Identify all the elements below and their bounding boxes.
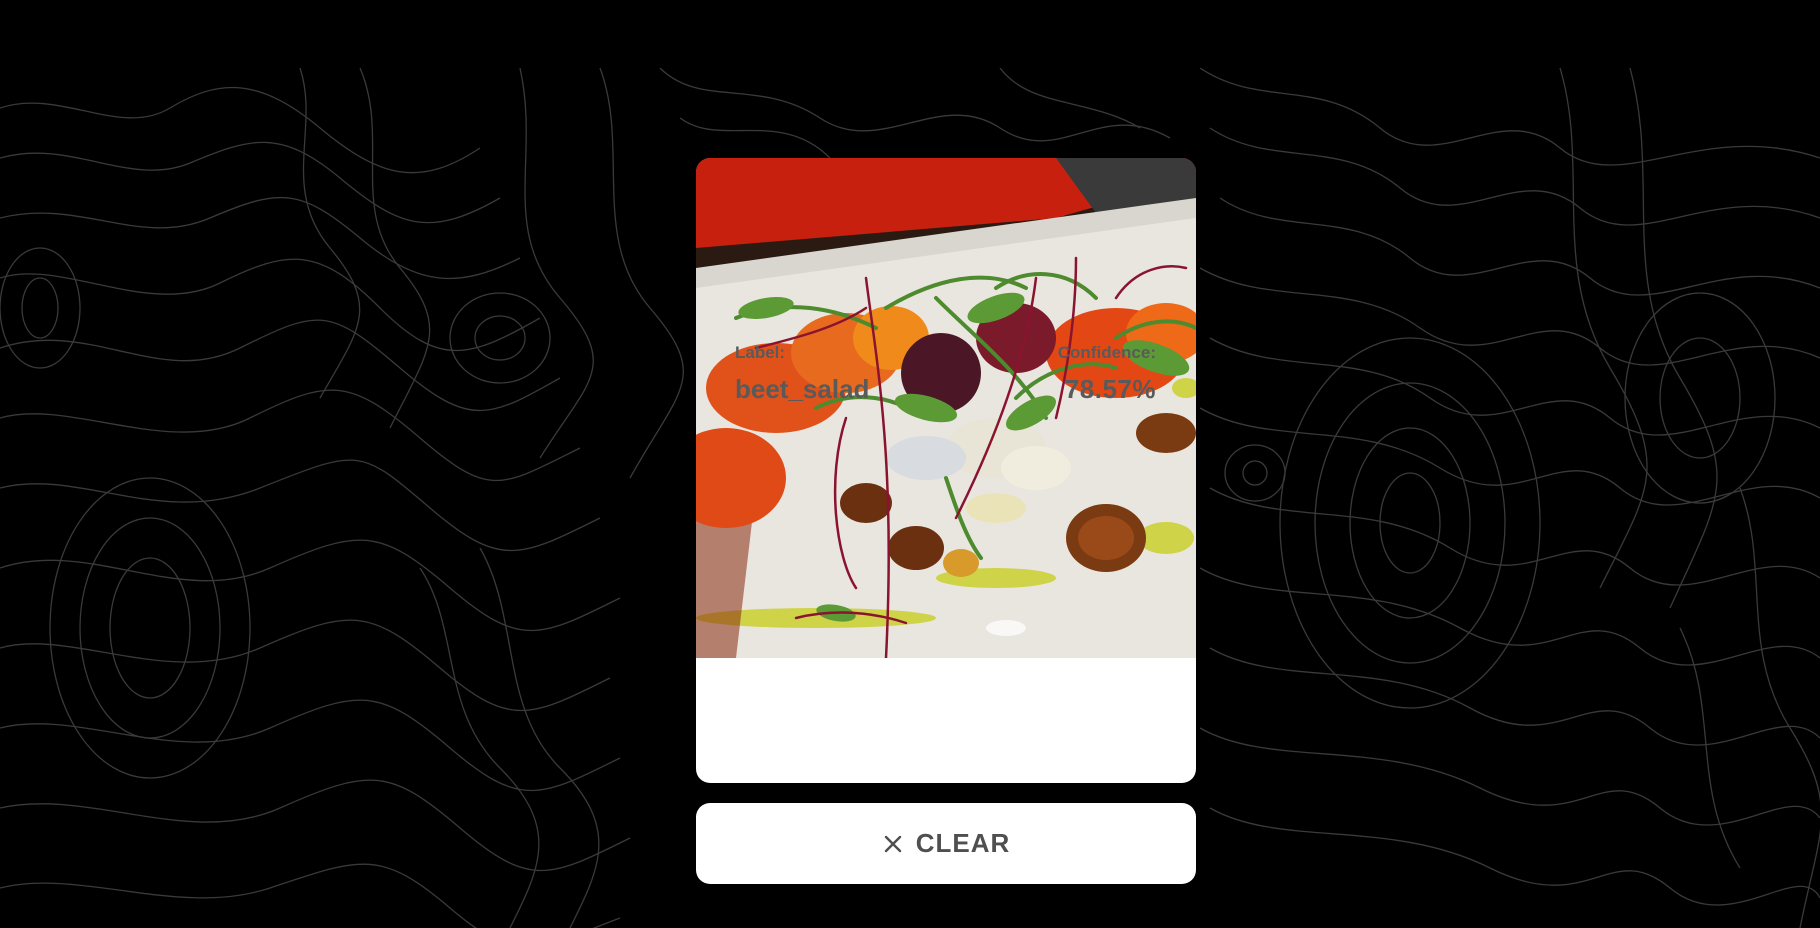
- clear-button[interactable]: CLEAR: [696, 803, 1196, 884]
- close-icon: [882, 833, 904, 855]
- label-caption: Label:: [735, 343, 786, 362]
- confidence-caption: Confidence:: [1057, 343, 1156, 362]
- label-value: beet_salad: [735, 374, 870, 404]
- prediction-card: Label: beet_salad Confidence: 78.57%: [696, 158, 1196, 783]
- prediction-info: [696, 658, 1196, 783]
- page: Label: beet_salad Confidence: 78.57% CLE…: [0, 0, 1820, 928]
- food-photo: [696, 158, 1196, 658]
- clear-label: CLEAR: [915, 828, 1011, 858]
- confidence-value: 78.57%: [1064, 374, 1156, 404]
- top-band: [0, 0, 1820, 68]
